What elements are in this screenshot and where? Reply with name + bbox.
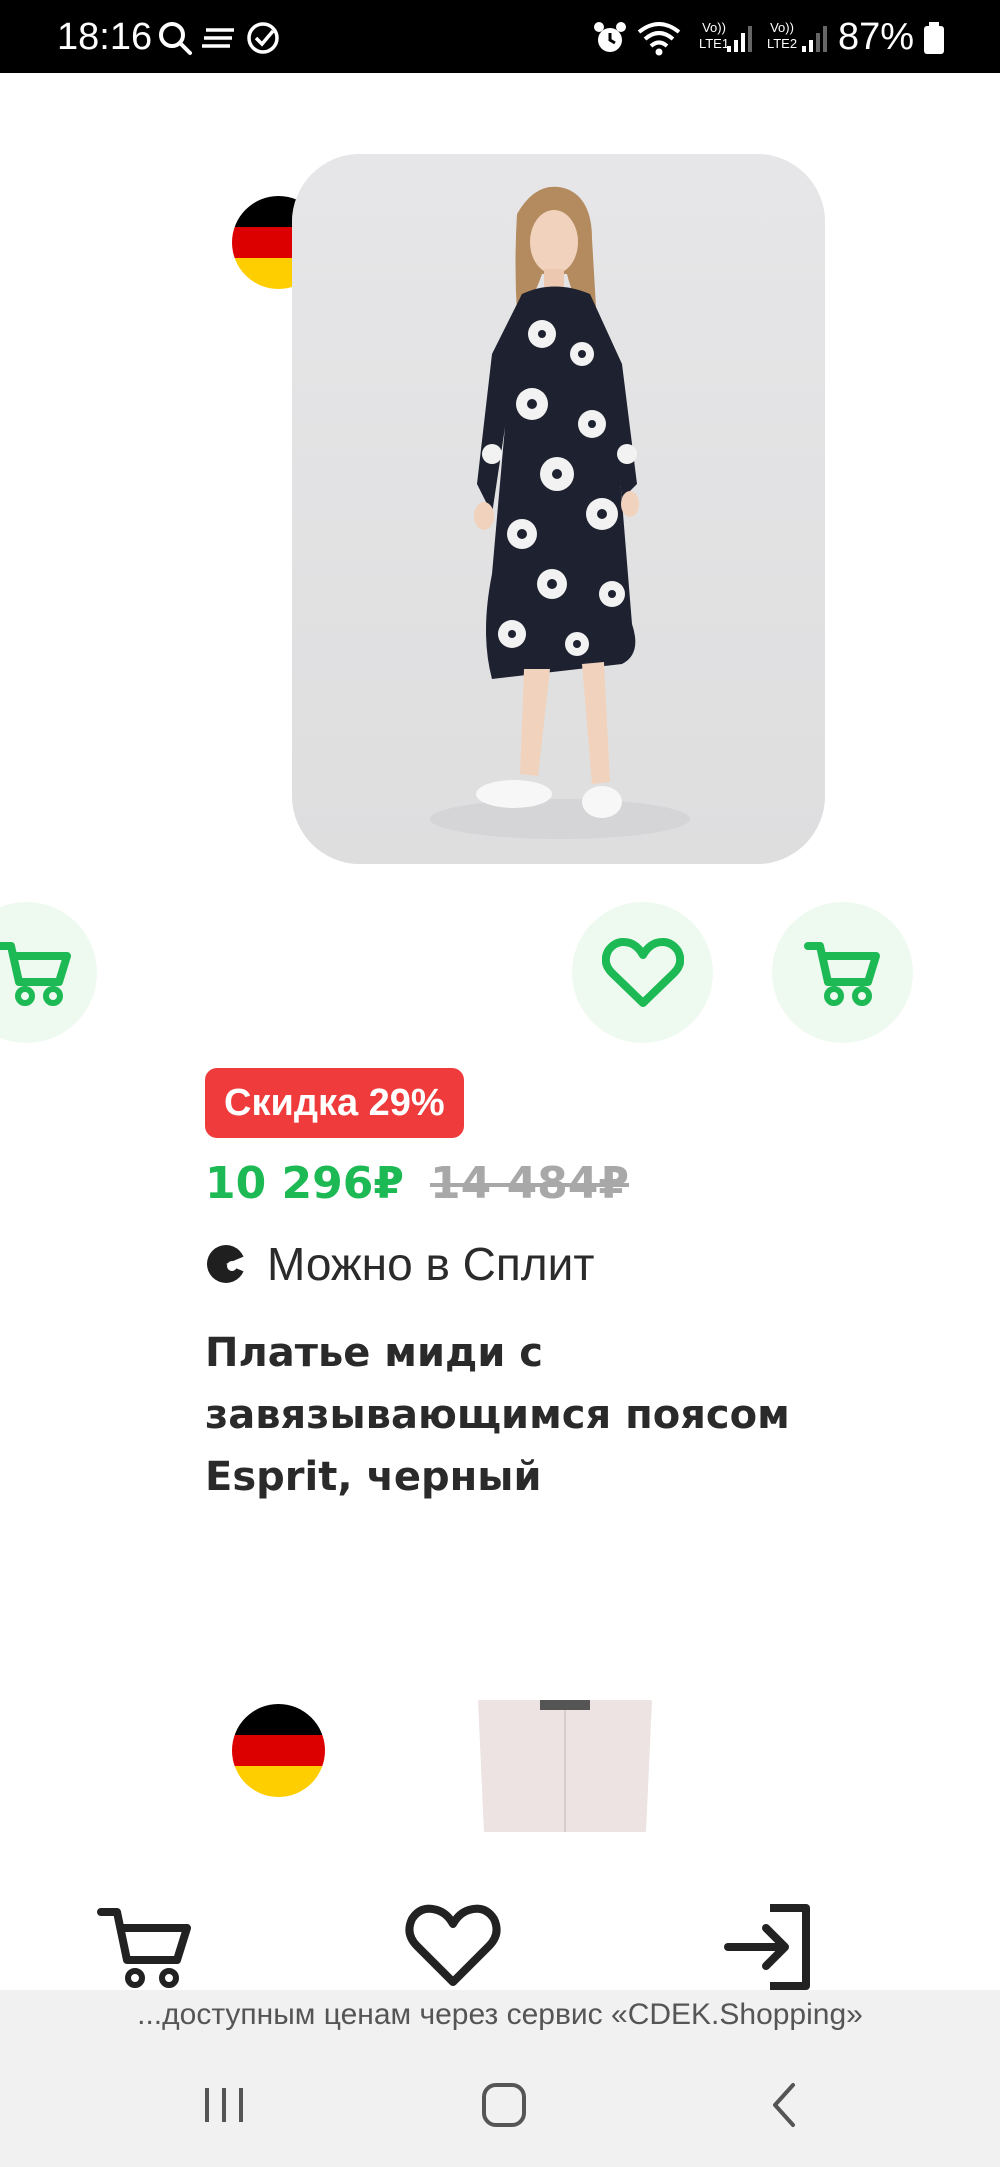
product-title-line-1: Платье миди с (205, 1330, 543, 1376)
cart-icon (0, 941, 71, 1006)
battery-icon (924, 22, 944, 54)
home-icon[interactable] (474, 2080, 534, 2130)
favorite-button[interactable] (572, 902, 713, 1043)
status-time: 18:16 (57, 16, 153, 58)
add-to-cart-button-prev[interactable] (0, 902, 97, 1043)
nav-heart-icon[interactable] (403, 1902, 503, 1992)
recent-apps-icon[interactable] (195, 2080, 255, 2130)
price-old: 14 484₽ (430, 1157, 630, 1209)
split-payment-row[interactable]: Можно в Сплит (205, 1236, 594, 1292)
price-current: 10 296₽ (205, 1157, 405, 1209)
status-bar: 18:16 Vo)) LTE1 Vo)) LTE2 87% (0, 0, 1000, 73)
signal-2-icon (802, 26, 827, 52)
pants-illustration (470, 1700, 660, 1832)
wifi-icon (637, 22, 681, 56)
heart-icon (601, 937, 684, 1007)
next-product-image[interactable] (470, 1700, 660, 1832)
nav-login-icon[interactable] (722, 1902, 822, 1992)
service-banner: ...доступным ценам через сервис «CDEK.Sh… (0, 1990, 1000, 2040)
battery-percent: 87% (838, 16, 915, 58)
split-text: Можно в Сплит (267, 1238, 595, 1290)
germany-flag-next (232, 1704, 325, 1797)
nav-cart-icon[interactable] (95, 1902, 195, 1992)
notes-icon (202, 28, 234, 48)
discount-badge: Скидка 29% (205, 1068, 464, 1138)
product-image[interactable] (292, 154, 825, 864)
search-icon (159, 22, 192, 55)
back-icon[interactable] (755, 2080, 815, 2130)
product-title-line-2: завязывающимся поясом (205, 1392, 790, 1438)
split-logo-icon (207, 1245, 247, 1283)
signal-1-icon (727, 26, 752, 52)
price-row: 10 296₽ 14 484₽ (205, 1155, 629, 1211)
product-title-line-3: Esprit, черный (205, 1454, 542, 1500)
dress-model-illustration (292, 154, 825, 864)
cart-icon (803, 941, 880, 1006)
product-title[interactable]: Платье миди с завязывающимся поясом Espr… (205, 1322, 905, 1508)
add-to-cart-button[interactable] (772, 902, 913, 1043)
check-circle-icon (247, 22, 279, 54)
alarm-icon (594, 22, 626, 52)
